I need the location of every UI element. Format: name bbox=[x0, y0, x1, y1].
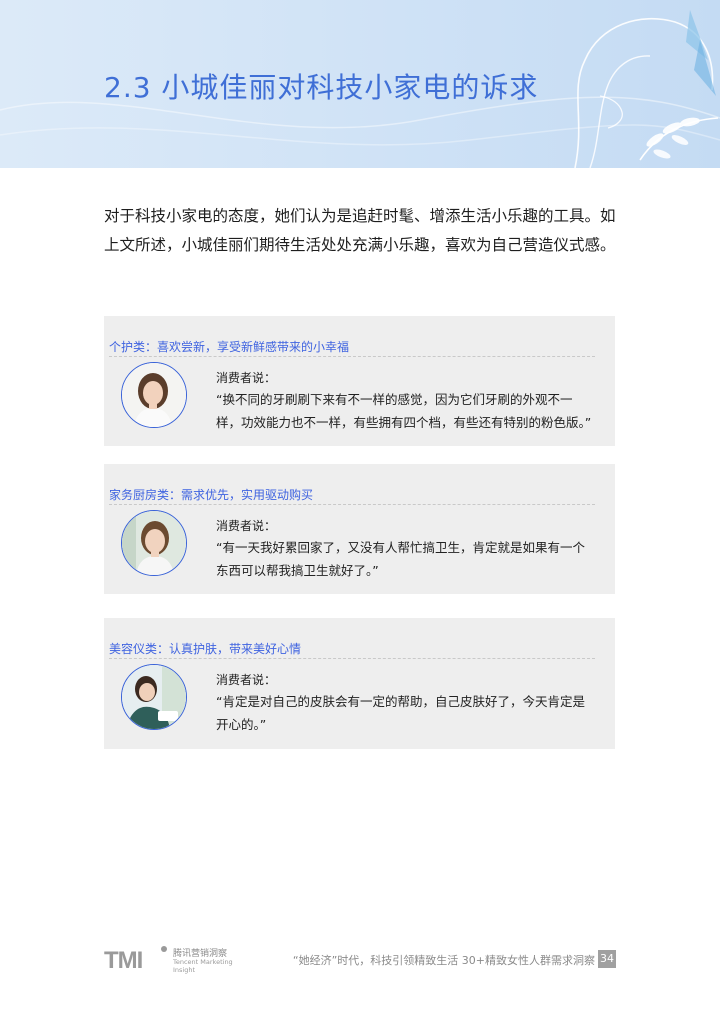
woman-photo-icon bbox=[122, 363, 186, 427]
woman-photo-icon bbox=[122, 665, 186, 729]
quote-card-personal-care: 个护类：喜欢尝新，享受新鲜感带来的小幸福 消费者说： “换不同的牙刷刷下来有不一… bbox=[104, 316, 615, 446]
woman-photo-icon bbox=[122, 511, 186, 575]
consumer-avatar bbox=[121, 362, 187, 428]
report-title: “她经济”时代，科技引领精致生活 30+精致女性人群需求洞察 bbox=[292, 954, 595, 967]
logo-english-name: Tencent Marketing Insight bbox=[173, 958, 233, 974]
divider bbox=[109, 658, 595, 659]
svg-text:TMI: TMI bbox=[104, 947, 143, 974]
intro-paragraph: 对于科技小家电的态度，她们认为是追赶时髦、增添生活小乐趣的工具。如上文所述，小城… bbox=[104, 207, 616, 254]
card-category: 个护类：喜欢尝新，享受新鲜感带来的小幸福 bbox=[109, 340, 350, 354]
divider bbox=[109, 356, 595, 357]
card-category: 美容仪类：认真护肤，带来美好心情 bbox=[109, 642, 302, 656]
quote-card-beauty-device: 美容仪类：认真护肤，带来美好心情 消费者说： “肯定是对自己的皮肤会有一定的帮助… bbox=[104, 618, 615, 749]
speaker-label: 消费者说： bbox=[216, 371, 277, 385]
consumer-quote: “有一天我好累回家了，又没有人帮忙搞卫生，肯定就是如果有一个东西可以帮我搞卫生就… bbox=[216, 540, 585, 578]
speaker-label: 消费者说： bbox=[216, 673, 277, 687]
quote-card-housework-kitchen: 家务厨房类：需求优先，实用驱动购买 消费者说： “有一天我好累回家了，又没有人帮… bbox=[104, 464, 615, 594]
consumer-quote: “肯定是对自己的皮肤会有一定的帮助，自己皮肤好了，今天肯定是开心的。” bbox=[216, 694, 585, 732]
divider bbox=[109, 504, 595, 505]
speaker-label: 消费者说： bbox=[216, 519, 277, 533]
page-number: 34 bbox=[598, 950, 616, 968]
tmi-logo: TMI bbox=[104, 946, 167, 974]
consumer-avatar bbox=[121, 664, 187, 730]
card-category: 家务厨房类：需求优先，实用驱动购买 bbox=[109, 488, 314, 502]
consumer-quote: “换不同的牙刷刷下来有不一样的感觉，因为它们牙刷的外观不一样，功效能力也不一样，… bbox=[216, 392, 592, 430]
page-title: 2.3 小城佳丽对科技小家电的诉求 bbox=[104, 71, 539, 104]
header-banner: 2.3 小城佳丽对科技小家电的诉求 bbox=[0, 0, 720, 168]
consumer-avatar bbox=[121, 510, 187, 576]
